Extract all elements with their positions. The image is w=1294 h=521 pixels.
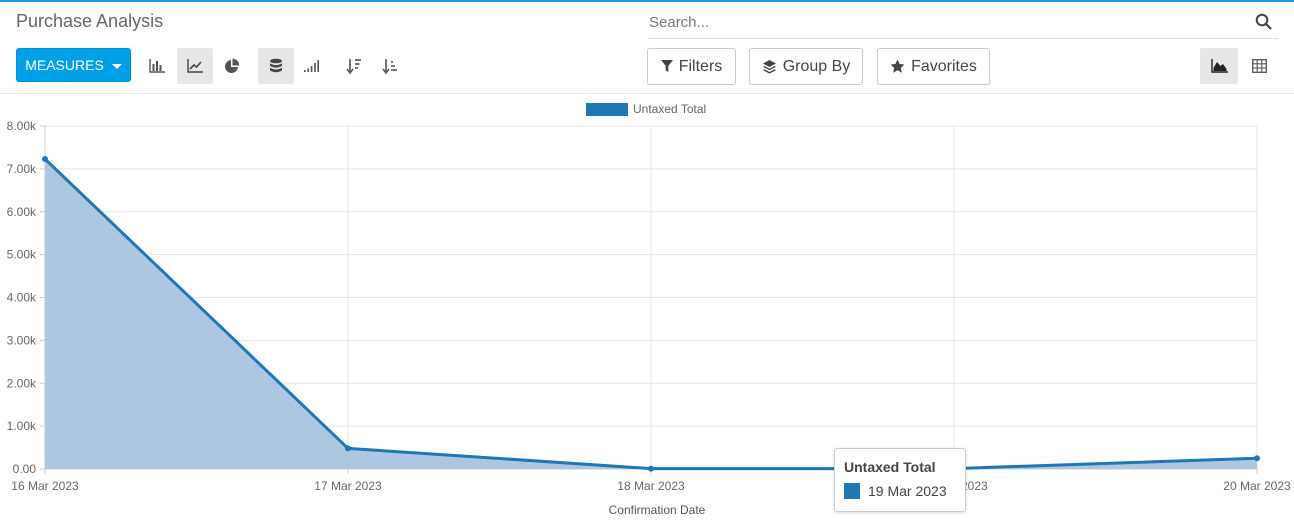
favorites-label: Favorites <box>911 57 977 75</box>
pie-chart-button[interactable] <box>214 48 250 84</box>
x-tick-label: 18 Mar 2023 <box>617 479 685 493</box>
filters-button[interactable]: Filters <box>647 48 736 85</box>
tooltip-swatch <box>844 483 860 499</box>
tooltip-label: 19 Mar 2023 <box>868 483 947 499</box>
filter-icon <box>660 60 673 72</box>
area-chart-icon <box>1210 59 1228 73</box>
stacked-button[interactable] <box>258 48 294 84</box>
data-point <box>345 445 351 452</box>
graph-view-button[interactable] <box>1200 48 1238 84</box>
pivot-table-icon <box>1251 59 1267 73</box>
sort-ascending-icon <box>382 59 397 74</box>
y-tick-label: 0.00 <box>13 462 37 476</box>
cumulative-icon <box>304 60 319 72</box>
chart-tooltip: Untaxed Total 19 Mar 2023 <box>834 448 966 512</box>
y-tick-label: 3.00k <box>7 333 37 347</box>
y-tick-label: 6.00k <box>7 205 37 219</box>
page-title: Purchase Analysis <box>16 11 164 31</box>
search-icon[interactable] <box>1255 13 1272 30</box>
data-point <box>42 156 48 163</box>
area-chart: 0.00 1.00k 2.00k 3.00k 4.00k 5.00k 6.00k 7.00k 8… <box>7 119 1291 517</box>
bar-chart-button[interactable] <box>139 48 175 84</box>
pie-chart-icon <box>225 58 240 73</box>
favorites-button[interactable]: Favorites <box>877 48 990 85</box>
star-icon <box>890 59 905 73</box>
sort-descending-icon <box>346 59 361 74</box>
x-tick-label: 20 Mar 2023 <box>1223 479 1291 493</box>
pivot-view-button[interactable] <box>1240 48 1278 84</box>
measures-label: MEASURES <box>25 57 104 73</box>
x-tick-label: 17 Mar 2023 <box>314 479 382 493</box>
y-tick-label: 7.00k <box>7 162 37 176</box>
top-accent-bar <box>0 0 1294 2</box>
filters-label: Filters <box>678 57 723 75</box>
measures-button[interactable]: MEASURES <box>16 48 131 82</box>
layers-icon <box>762 60 776 74</box>
search-bar <box>648 8 1278 39</box>
y-tick-label: 5.00k <box>7 248 37 262</box>
x-tick-label: 16 Mar 2023 <box>11 479 79 493</box>
group-by-button[interactable]: Group By <box>749 48 863 85</box>
group-by-label: Group By <box>782 57 851 75</box>
data-point <box>648 465 654 472</box>
cumulative-button[interactable] <box>293 48 329 84</box>
caret-down-icon <box>111 63 122 69</box>
y-tick-label: 1.00k <box>7 419 37 433</box>
x-axis-title: Confirmation Date <box>609 503 706 517</box>
sort-descending-button[interactable] <box>336 48 372 84</box>
y-tick-label: 8.00k <box>7 119 37 133</box>
line-chart-button[interactable] <box>177 48 213 84</box>
tooltip-title: Untaxed Total <box>844 459 936 475</box>
y-tick-label: 4.00k <box>7 291 37 305</box>
data-point <box>1254 455 1260 462</box>
y-tick-label: 2.00k <box>7 376 37 390</box>
sort-ascending-button[interactable] <box>372 48 408 84</box>
search-input[interactable] <box>648 8 1248 36</box>
bar-chart-icon <box>149 59 165 73</box>
line-chart-icon <box>187 59 203 73</box>
stack-icon <box>270 58 282 73</box>
